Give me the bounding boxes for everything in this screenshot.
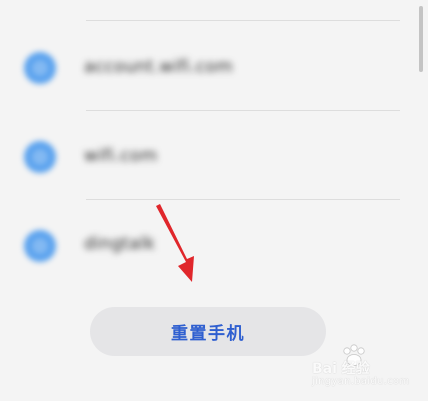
account-icon xyxy=(24,230,56,262)
red-arrow-icon xyxy=(156,204,194,282)
account-label: account.wifi.com xyxy=(84,57,233,77)
account-label: dingtalk xyxy=(84,234,156,254)
watermark: Bai 经验 jingyan.baidu.com xyxy=(312,344,420,388)
watermark-brand-text: Bai 经验 xyxy=(312,361,370,377)
list-divider xyxy=(86,20,400,21)
account-list-item-2[interactable]: wifi.com xyxy=(0,122,410,192)
account-list-item-1[interactable]: account.wifi.com xyxy=(0,33,410,103)
account-label: wifi.com xyxy=(84,146,158,166)
account-icon xyxy=(24,141,56,173)
watermark-url-text: jingyan.baidu.com xyxy=(312,376,410,387)
reset-phone-button[interactable]: 重置手机 xyxy=(90,307,326,356)
scrollbar[interactable] xyxy=(419,6,423,72)
list-divider xyxy=(86,199,400,200)
account-icon xyxy=(24,52,56,84)
list-divider xyxy=(86,110,400,111)
account-settings-screen: account.wifi.com wifi.com dingtalk 重置手机 … xyxy=(0,0,428,401)
